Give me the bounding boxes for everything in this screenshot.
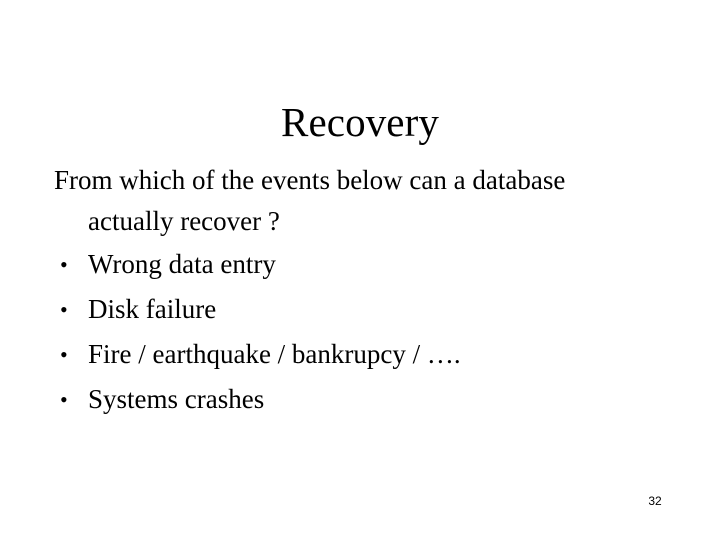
slide: Recovery From which of the events below … — [0, 0, 720, 540]
bullet-point-icon: • — [60, 252, 68, 277]
bullet-point-icon: • — [60, 342, 68, 367]
page-title: Recovery — [281, 99, 439, 146]
list-item-label: Disk failure — [88, 294, 217, 324]
list-item: • Fire / earthquake / bankrupcy / …. — [54, 332, 674, 377]
list-item: • Systems crashes — [54, 377, 674, 422]
list-item-label: Wrong data entry — [88, 249, 276, 279]
slide-number: 32 — [648, 494, 662, 508]
list-item-label: Systems crashes — [88, 384, 265, 414]
bullet-list: • Wrong data entry • Disk failure • Fire… — [54, 242, 674, 422]
list-item: • Wrong data entry — [54, 242, 674, 287]
slide-body: From which of the events below can a dat… — [54, 160, 674, 422]
bullet-point-icon: • — [60, 297, 68, 322]
bullet-point-icon: • — [60, 387, 68, 412]
list-item-label: Fire / earthquake / bankrupcy / …. — [88, 339, 461, 369]
intro-question: From which of the events below can a dat… — [54, 165, 566, 236]
list-item: • Disk failure — [54, 287, 674, 332]
